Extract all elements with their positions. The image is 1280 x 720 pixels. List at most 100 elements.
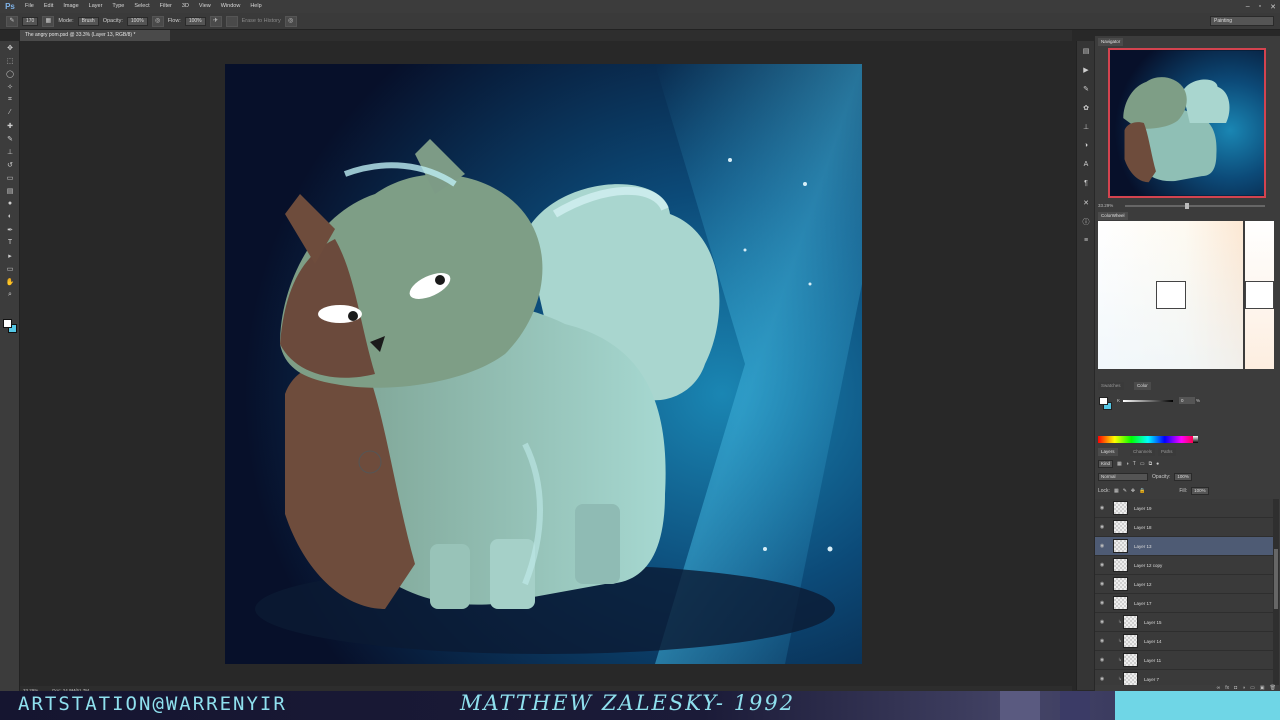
mode-select[interactable]: Brush (77, 16, 99, 26)
adjustments-icon[interactable]: ◑ (1077, 136, 1095, 155)
layer-row[interactable]: ◉ Layer 12 copy (1095, 556, 1273, 575)
eyedropper-tool-icon[interactable]: ⁄ (0, 106, 20, 119)
properties-icon[interactable]: ≡ (1077, 231, 1095, 250)
menu-edit[interactable]: Edit (39, 0, 58, 13)
canvas-area[interactable] (20, 41, 1072, 686)
flow-field[interactable]: 100% (184, 16, 206, 26)
brush-size-picker[interactable]: 170 (22, 16, 39, 26)
layer-thumbnail[interactable] (1113, 558, 1128, 572)
layer-thumbnail[interactable] (1123, 672, 1138, 685)
layer-row[interactable]: ◉ ↳ Layer 14 (1095, 632, 1273, 651)
erase-history-checkbox[interactable] (225, 15, 238, 27)
menu-layer[interactable]: Layer (84, 0, 108, 13)
character-icon[interactable]: A (1077, 155, 1095, 174)
layer-opacity-field[interactable]: 100% (1174, 472, 1192, 481)
document-tab[interactable]: The angry pom.psd @ 33.3% (Layer 13, RGB… (20, 30, 170, 41)
tab-colorwheel[interactable]: ColorWheel (1098, 212, 1128, 220)
pen-tool-icon[interactable]: ✒ (0, 223, 20, 236)
navigator-zoom-slider[interactable] (1125, 203, 1265, 209)
lock-all-icon[interactable]: 🔒 (1139, 488, 1145, 494)
visibility-eye-icon[interactable]: ◉ (1095, 619, 1109, 625)
visibility-eye-icon[interactable]: ◉ (1095, 524, 1109, 530)
navigator-zoom-value[interactable]: 33.29% (1098, 203, 1113, 208)
menu-type[interactable]: Type (107, 0, 129, 13)
blend-mode-select[interactable]: Normal (1098, 472, 1148, 481)
layer-row[interactable]: ◉ ↳ Layer 15 (1095, 613, 1273, 632)
brush-icon[interactable]: ✿ (1077, 98, 1095, 117)
colorwheel-hue-selection[interactable] (1245, 281, 1274, 309)
layer-row[interactable]: ◉ Layer 19 (1095, 499, 1273, 518)
k-channel-value[interactable]: 0 (1179, 397, 1195, 404)
pressure-size-icon[interactable]: ◎ (284, 15, 297, 27)
menu-help[interactable]: Help (245, 0, 266, 13)
lock-position-icon[interactable]: ✥ (1131, 488, 1135, 494)
hand-tool-icon[interactable]: ✋ (0, 275, 20, 288)
layer-name[interactable]: Layer 18 (1134, 525, 1152, 530)
layer-thumbnail[interactable] (1113, 596, 1128, 610)
layer-row[interactable]: ◉ ↳ Layer 11 (1095, 651, 1273, 670)
workspace-select[interactable]: Painting (1210, 16, 1274, 26)
lock-transparent-icon[interactable]: ▦ (1114, 488, 1119, 494)
navigator-zoom-knob[interactable] (1185, 203, 1189, 209)
k-channel-slider[interactable] (1123, 400, 1173, 402)
tab-layers[interactable]: Layers (1098, 448, 1118, 456)
layers-scroll-thumb[interactable] (1274, 549, 1278, 609)
brush-presets-icon[interactable]: ✎ (1077, 79, 1095, 98)
clone-source-icon[interactable]: ⊥ (1077, 117, 1095, 136)
layer-thumbnail[interactable] (1113, 539, 1128, 553)
layer-row[interactable]: ◉ Layer 12 (1095, 575, 1273, 594)
zoom-tool-icon[interactable]: ⌕ (0, 288, 20, 301)
layer-thumbnail[interactable] (1113, 577, 1128, 591)
type-tool-icon[interactable]: T (0, 236, 20, 249)
layer-fill-field[interactable]: 100% (1191, 486, 1209, 495)
blur-tool-icon[interactable]: ● (0, 197, 20, 210)
path-select-tool-icon[interactable]: ▸ (0, 249, 20, 262)
visibility-eye-icon[interactable]: ◉ (1095, 543, 1109, 549)
menu-window[interactable]: Window (216, 0, 246, 13)
lock-pixels-icon[interactable]: ✎ (1123, 488, 1127, 494)
layer-name[interactable]: Layer 14 (1144, 639, 1162, 644)
menu-view[interactable]: View (194, 0, 216, 13)
minimize-button[interactable]: – (1246, 3, 1250, 10)
filter-smart-icon[interactable]: ⧉ (1149, 461, 1153, 467)
tab-navigator[interactable]: Navigator (1098, 38, 1124, 46)
gradient-tool-icon[interactable]: ▤ (0, 184, 20, 197)
color-foreground-swatch[interactable] (1099, 397, 1108, 405)
layer-name[interactable]: Layer 11 (1144, 658, 1161, 663)
menu-image[interactable]: Image (58, 0, 83, 13)
eraser-tool-preset-icon[interactable]: ✎ (6, 15, 18, 27)
navigator-preview[interactable] (1108, 48, 1266, 198)
marquee-tool-icon[interactable]: ⬚ (0, 54, 20, 67)
layer-name[interactable]: Layer 19 (1134, 506, 1152, 511)
brush-tool-icon[interactable]: ✎ (0, 132, 20, 145)
paragraph-icon[interactable]: ¶ (1077, 174, 1095, 193)
layer-thumbnail[interactable] (1123, 634, 1138, 648)
visibility-eye-icon[interactable]: ◉ (1095, 657, 1109, 663)
pressure-opacity-icon[interactable]: ◎ (151, 15, 164, 27)
opacity-field[interactable]: 100% (126, 16, 148, 26)
quick-select-tool-icon[interactable]: ✧ (0, 80, 20, 93)
tab-color[interactable]: Color (1134, 382, 1151, 390)
foreground-color-swatch[interactable] (3, 319, 12, 328)
move-tool-icon[interactable]: ✥ (0, 41, 20, 54)
layer-row[interactable]: ◉ Layer 17 (1095, 594, 1273, 613)
menu-select[interactable]: Select (129, 0, 154, 13)
visibility-eye-icon[interactable]: ◉ (1095, 505, 1109, 511)
layer-thumbnail[interactable] (1123, 653, 1138, 667)
tab-swatches[interactable]: Swatches (1098, 382, 1124, 390)
menu-3d[interactable]: 3D (177, 0, 194, 13)
dodge-tool-icon[interactable]: ◐ (0, 210, 20, 223)
layer-filter-kind[interactable]: Kind (1098, 459, 1114, 468)
close-button[interactable]: ✕ (1270, 3, 1276, 11)
color-spectrum-ramp[interactable] (1098, 436, 1198, 443)
filter-pixel-icon[interactable]: ▦ (1117, 461, 1122, 467)
colorwheel-field[interactable] (1098, 221, 1243, 369)
layer-thumbnail[interactable] (1123, 615, 1138, 629)
color-spectrum-bw[interactable] (1193, 436, 1198, 443)
filter-type-icon[interactable]: T (1133, 461, 1136, 467)
actions-icon[interactable]: ▶ (1077, 60, 1095, 79)
layer-thumbnail[interactable] (1113, 501, 1128, 515)
visibility-eye-icon[interactable]: ◉ (1095, 600, 1109, 606)
layer-row[interactable]: ◉ Layer 13 (1095, 537, 1273, 556)
colorwheel-selection[interactable] (1156, 281, 1186, 309)
